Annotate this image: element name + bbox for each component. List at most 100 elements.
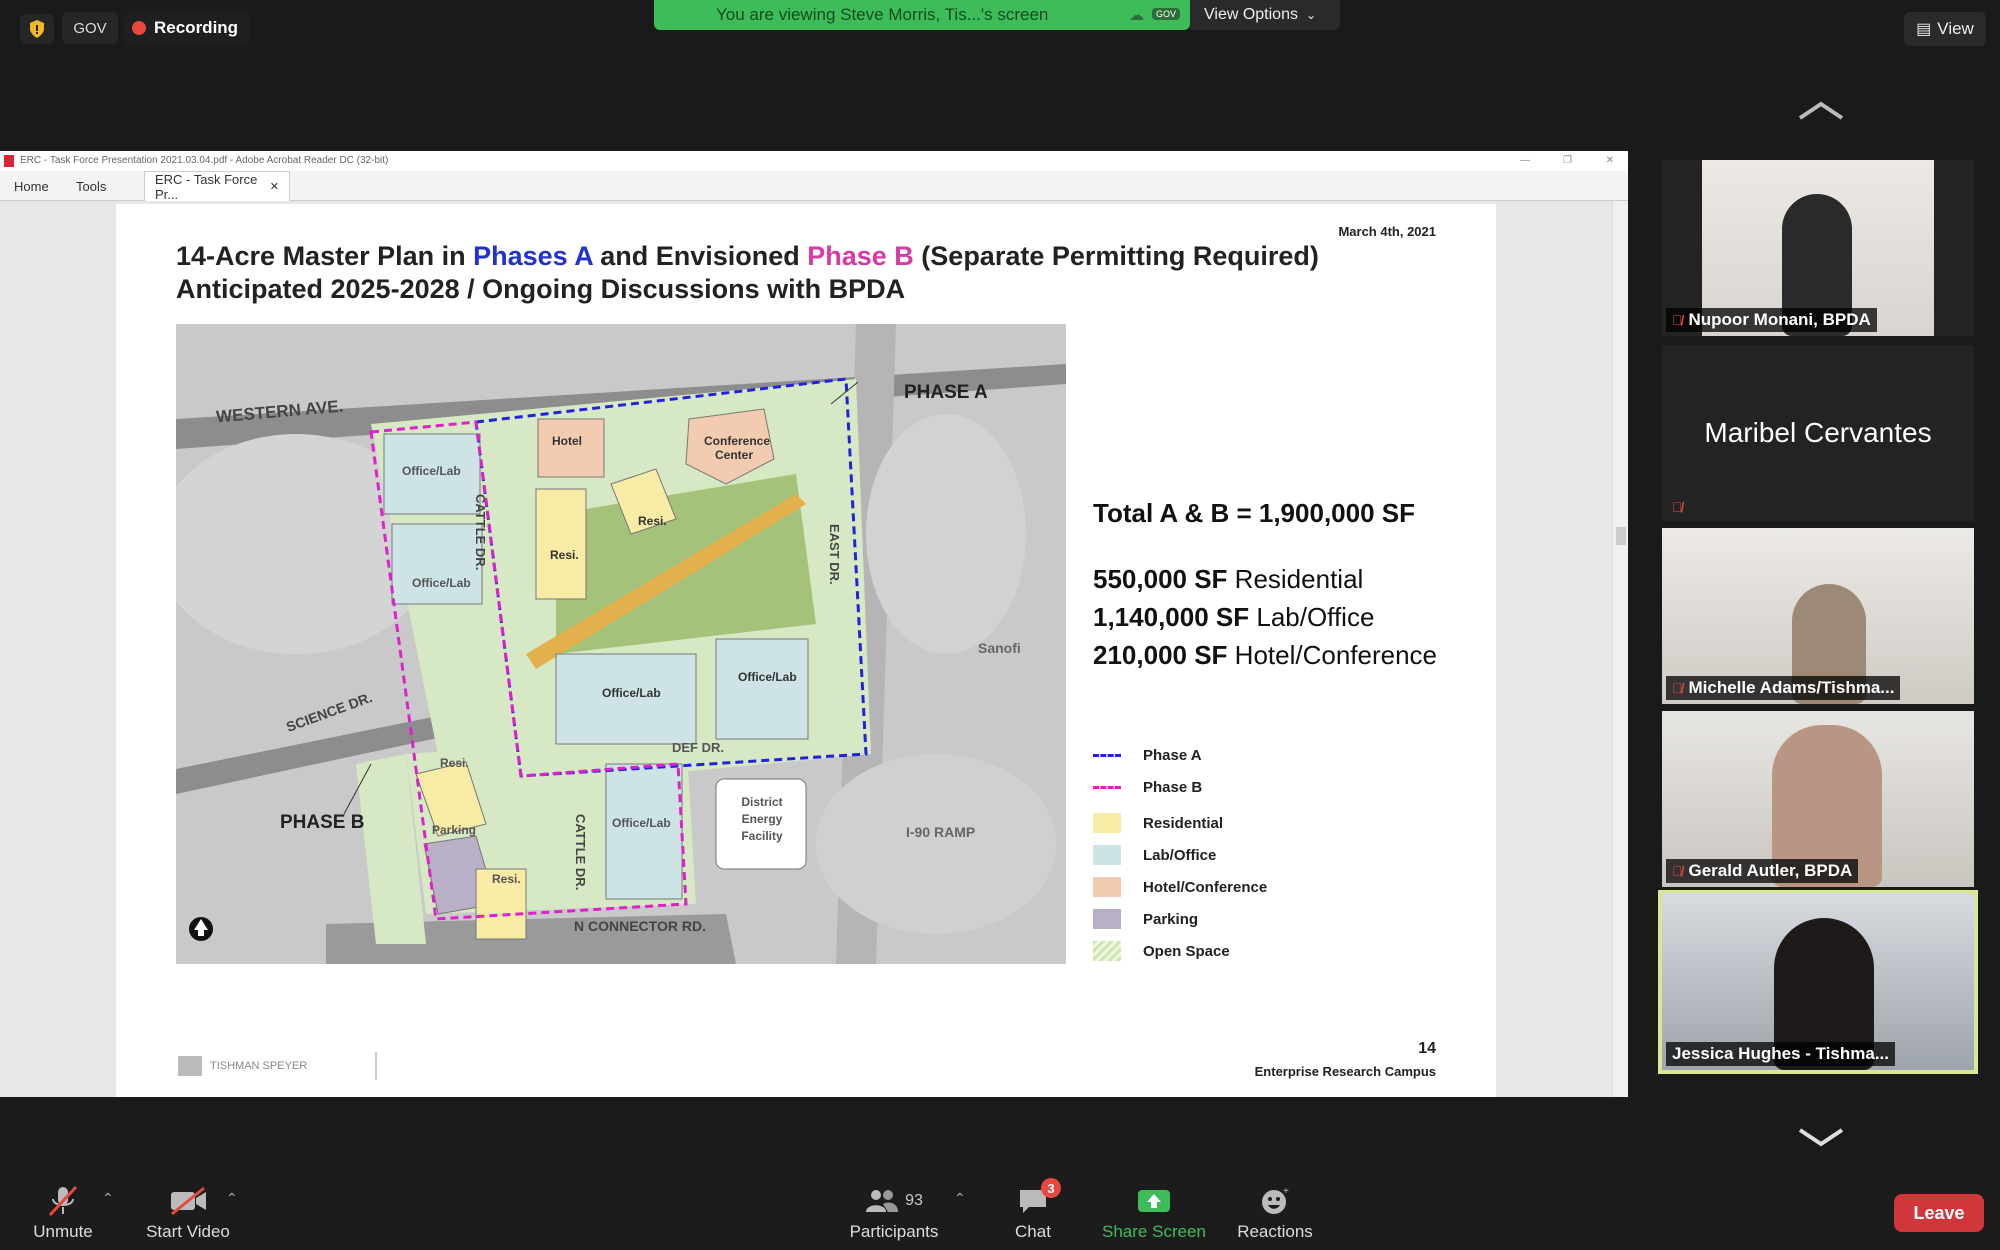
video-off-icon: [168, 1186, 208, 1216]
muted-mic-icon: 🎙̸: [1672, 863, 1683, 879]
street-east-dr: EAST DR.: [827, 524, 842, 585]
participant-name-label: 🎙̸ Michelle Adams/Tishma...: [1666, 676, 1901, 700]
close-icon[interactable]: ✕: [1606, 151, 1614, 171]
area-label: Residential: [1234, 564, 1364, 594]
block-resi-1: Resi.: [550, 548, 579, 562]
view-button[interactable]: ▤ View: [1904, 12, 1986, 46]
slide-campus-name: Enterprise Research Campus: [1254, 1064, 1436, 1079]
legend-open-space: Open Space: [1093, 940, 1230, 962]
participant-tile[interactable]: 🎙̸ Nupoor Monani, BPDA: [1662, 160, 1974, 336]
close-tab-icon[interactable]: ✕: [270, 180, 279, 193]
block-resi-4: Resi.: [492, 872, 521, 886]
view-options-button[interactable]: View Options ⌄: [1190, 0, 1340, 30]
leave-button[interactable]: Leave: [1894, 1194, 1984, 1232]
block-office-lab-2: Office/Lab: [412, 576, 471, 590]
security-shield-icon[interactable]: [20, 14, 54, 44]
window-title: ERC - Task Force Presentation 2021.03.04…: [20, 155, 389, 166]
start-video-button[interactable]: Start Video: [140, 1186, 236, 1242]
restore-icon[interactable]: ❐: [1563, 151, 1572, 171]
area-row-lab-office: 1,140,000 SF Lab/Office: [1093, 598, 1437, 636]
block-resi-3: Resi.: [440, 756, 469, 770]
hotel-swatch: [1093, 877, 1121, 897]
participant-tile[interactable]: 🎙̸ Michelle Adams/Tishma...: [1662, 528, 1974, 704]
block-conference-center: Conference Center: [704, 434, 771, 462]
start-video-label: Start Video: [146, 1222, 230, 1241]
participant-name-label: Jessica Hughes - Tishma...: [1666, 1042, 1895, 1066]
gallery-down-arrow-icon[interactable]: [1796, 1126, 1846, 1150]
participant-name-label: 🎙̸: [1666, 497, 1689, 517]
chat-button[interactable]: 3 Chat: [1008, 1178, 1061, 1242]
area-row-hotel: 210,000 SF Hotel/Conference: [1093, 636, 1437, 674]
lab-office-swatch: [1093, 845, 1121, 865]
legend-residential: Residential: [1093, 812, 1223, 834]
sanofi-label: Sanofi: [978, 640, 1021, 656]
logo-mark-icon: [178, 1056, 202, 1076]
chevron-down-icon: ⌄: [1305, 8, 1317, 22]
muted-mic-icon: 🎙̸: [1672, 499, 1683, 515]
block-parking: Parking: [432, 823, 477, 837]
legend-label: Open Space: [1143, 942, 1230, 960]
area-label: Lab/Office: [1256, 602, 1375, 632]
slide-title: 14-Acre Master Plan in Phases A and Envi…: [176, 240, 1376, 306]
residential-swatch: [1093, 813, 1121, 833]
grid-view-icon: ▤: [1916, 21, 1932, 38]
tab-document[interactable]: ERC - Task Force Pr... ✕: [144, 171, 290, 202]
parking-swatch: [1093, 909, 1121, 929]
phase-b-callout: PHASE B: [280, 812, 365, 833]
participant-tile[interactable]: 🎙̸ Gerald Autler, BPDA: [1662, 711, 1974, 887]
recording-dot-icon: [132, 21, 146, 35]
area-value: 1,140,000 SF: [1093, 602, 1250, 632]
participant-count: 93: [905, 1192, 923, 1209]
tab-home[interactable]: Home: [14, 171, 49, 201]
recording-indicator[interactable]: Recording: [124, 12, 251, 44]
view-button-label: View: [1937, 19, 1974, 38]
tab-tools[interactable]: Tools: [76, 171, 106, 201]
scroll-thumb[interactable]: [1616, 527, 1626, 545]
area-row-residential: 550,000 SF Residential: [1093, 560, 1437, 598]
title-part-2: and Envisioned: [592, 241, 808, 271]
chat-label: Chat: [1015, 1222, 1051, 1241]
slide-page-number: 14: [1418, 1040, 1436, 1057]
legend-hotel-conference: Hotel/Conference: [1093, 876, 1267, 898]
title-part-1: 14-Acre Master Plan in: [176, 241, 474, 271]
participant-name: Jessica Hughes - Tishma...: [1672, 1044, 1889, 1063]
gov-mini-badge: GOV: [1151, 8, 1180, 20]
reactions-label: Reactions: [1237, 1222, 1313, 1241]
participant-name: Nupoor Monani, BPDA: [1688, 310, 1871, 329]
audio-options-caret-icon[interactable]: ⌃: [102, 1190, 114, 1207]
recording-label: Recording: [154, 18, 239, 37]
share-screen-icon: [1137, 1186, 1171, 1216]
area-value: 550,000 SF: [1093, 564, 1228, 594]
participant-tile-active-speaker[interactable]: Jessica Hughes - Tishma...: [1658, 890, 1978, 1074]
legend-parking: Parking: [1093, 908, 1198, 930]
block-office-lab-3: Office/Lab: [602, 686, 661, 700]
video-options-caret-icon[interactable]: ⌃: [226, 1190, 238, 1207]
street-i90-ramp: I-90 RAMP: [906, 824, 976, 840]
unmute-label: Unmute: [33, 1222, 93, 1241]
reactions-button[interactable]: + Reactions: [1234, 1186, 1316, 1242]
slide-date: March 4th, 2021: [1338, 224, 1436, 239]
site-plan-map: WESTERN AVE. SCIENCE DR. CATTLE DR. EAST…: [176, 324, 1066, 964]
block-district-energy: District Energy Facility: [741, 795, 783, 843]
open-space-swatch: [1093, 941, 1121, 961]
share-screen-button[interactable]: Share Screen: [1100, 1186, 1208, 1242]
vertical-scrollbar[interactable]: [1612, 201, 1628, 1097]
chat-unread-badge: 3: [1041, 1178, 1061, 1198]
legend-phase-a: Phase A: [1093, 744, 1202, 766]
minimize-icon[interactable]: —: [1520, 151, 1530, 171]
participants-button[interactable]: 93 Participants: [846, 1186, 942, 1242]
participant-name: Michelle Adams/Tishma...: [1688, 678, 1895, 697]
gov-badge[interactable]: GOV: [62, 12, 118, 44]
unmute-button[interactable]: Unmute: [32, 1185, 94, 1242]
street-def-dr: DEF DR.: [672, 740, 724, 755]
block-office-lab-4: Office/Lab: [738, 670, 797, 684]
phase-b-swatch: [1093, 785, 1121, 789]
participant-tile[interactable]: Maribel Cervantes 🎙̸: [1662, 345, 1974, 521]
area-label: Hotel/Conference: [1234, 640, 1438, 670]
share-screen-label: Share Screen: [1102, 1222, 1206, 1241]
svg-text:+: +: [1283, 1186, 1289, 1197]
gallery-up-arrow-icon[interactable]: [1796, 98, 1846, 122]
participants-caret-icon[interactable]: ⌃: [954, 1190, 966, 1207]
view-options-label: View Options: [1204, 6, 1298, 23]
area-totals: Total A & B = 1,900,000 SF 550,000 SF Re…: [1093, 494, 1437, 674]
